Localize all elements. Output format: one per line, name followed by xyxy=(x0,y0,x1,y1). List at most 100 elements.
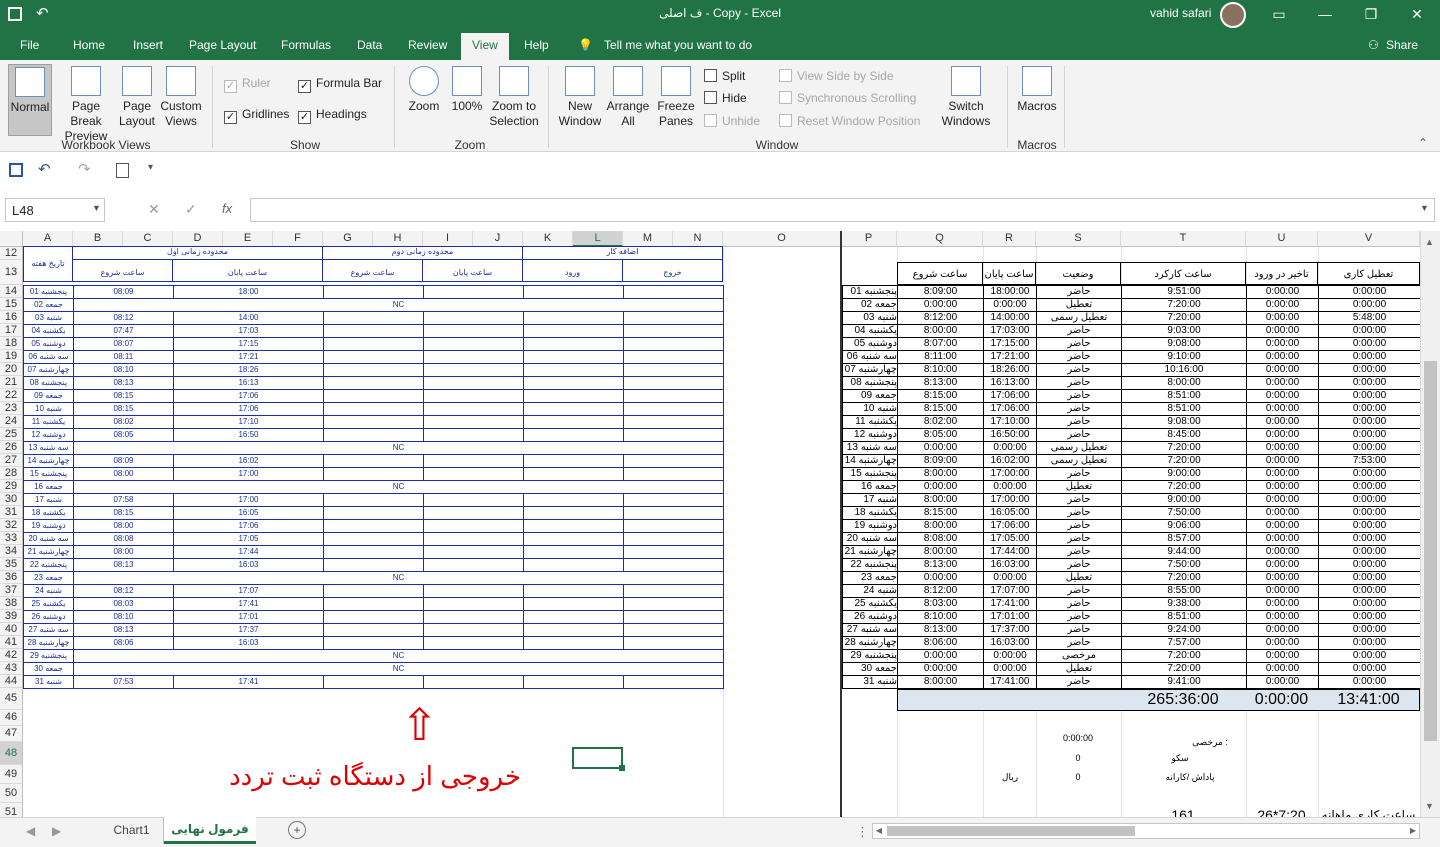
view-side-by-side-button[interactable]: View Side by Side xyxy=(779,69,894,83)
column-header[interactable]: M xyxy=(623,231,673,247)
row-header[interactable]: 36 xyxy=(0,571,23,584)
row-header[interactable]: 25 xyxy=(0,428,23,441)
row-header[interactable]: 15 xyxy=(0,298,23,311)
column-header[interactable]: P xyxy=(841,231,897,247)
minimize-icon[interactable]: — xyxy=(1302,0,1348,30)
close-icon[interactable]: ✕ xyxy=(1394,0,1440,30)
row-header[interactable]: 35 xyxy=(0,558,23,571)
macros-button[interactable]: Macros xyxy=(1014,64,1060,114)
row-header[interactable]: 18 xyxy=(0,337,23,350)
name-box[interactable]: L48 xyxy=(5,198,105,222)
row-header[interactable]: 19 xyxy=(0,350,23,363)
reset-window-position-button[interactable]: Reset Window Position xyxy=(779,114,920,128)
page-break-preview-button[interactable]: Page Break Preview xyxy=(56,64,116,144)
column-header[interactable]: T xyxy=(1121,231,1246,247)
zoom-100-button[interactable]: 100% xyxy=(448,64,486,114)
tab-data[interactable]: Data xyxy=(357,38,382,52)
tab-insert[interactable]: Insert xyxy=(133,38,163,52)
row-header[interactable]: 47 xyxy=(0,726,23,742)
custom-views-button[interactable]: Custom Views xyxy=(158,64,204,129)
share-icon[interactable]: ⚇ xyxy=(1368,38,1379,52)
row-header[interactable]: 30 xyxy=(0,493,23,506)
column-header[interactable]: L xyxy=(573,231,623,247)
hide-button[interactable]: Hide xyxy=(704,91,747,105)
scroll-up-icon[interactable]: ▲ xyxy=(1425,237,1434,247)
column-header[interactable]: U xyxy=(1246,231,1318,247)
qat-save-icon[interactable] xyxy=(9,163,23,177)
zoom-to-selection-button[interactable]: Zoom to Selection xyxy=(487,64,541,129)
row-header[interactable]: 49 xyxy=(0,765,23,784)
ruler-checkbox[interactable]: ✓ Ruler xyxy=(224,76,271,93)
synchronous-scrolling-button[interactable]: Synchronous Scrolling xyxy=(779,91,916,105)
scroll-left-icon[interactable]: ◀ xyxy=(873,824,885,838)
tab-review[interactable]: Review xyxy=(408,38,447,52)
collapse-ribbon-icon[interactable]: ⌃ xyxy=(1418,136,1428,150)
share-button[interactable]: Share xyxy=(1386,38,1418,52)
row-header[interactable]: 21 xyxy=(0,376,23,389)
row-header[interactable]: 40 xyxy=(0,623,23,636)
row-header[interactable]: 45 xyxy=(0,688,23,710)
scroll-right-icon[interactable]: ▶ xyxy=(1407,824,1419,838)
enter-icon[interactable]: ✓ xyxy=(185,201,197,218)
tab-formulas[interactable]: Formulas xyxy=(281,38,331,52)
column-header[interactable]: G xyxy=(323,231,373,247)
row-header[interactable]: 23 xyxy=(0,402,23,415)
column-header[interactable]: D xyxy=(173,231,223,247)
new-window-button[interactable]: New Window xyxy=(556,64,604,129)
formula-bar-checkbox[interactable]: ✓ Formula Bar xyxy=(298,76,382,93)
row-header[interactable]: 32 xyxy=(0,519,23,532)
column-header[interactable]: F xyxy=(273,231,323,247)
row-header[interactable]: 20 xyxy=(0,363,23,376)
unhide-button[interactable]: Unhide xyxy=(704,114,760,128)
row-header[interactable]: 27 xyxy=(0,454,23,467)
row-header[interactable]: 13 xyxy=(0,260,23,285)
column-header[interactable]: Q xyxy=(897,231,983,247)
sheet-tab-chart1[interactable]: Chart1 xyxy=(100,818,164,844)
horizontal-scrollbar[interactable]: ◀ ▶ xyxy=(872,823,1420,839)
row-header[interactable]: 22 xyxy=(0,389,23,402)
normal-view-button[interactable]: Normal xyxy=(8,64,52,136)
insert-function-icon[interactable]: fx xyxy=(222,201,232,216)
column-header[interactable]: B xyxy=(73,231,123,247)
page-layout-view-button[interactable]: Page Layout xyxy=(116,64,158,129)
column-header[interactable]: R xyxy=(983,231,1036,247)
sheet-tab-final-formula[interactable]: فرمول نهایی xyxy=(164,817,256,844)
tab-split-handle-icon[interactable]: ⋮ xyxy=(856,824,869,840)
vertical-scroll-thumb[interactable] xyxy=(1424,361,1437,741)
freeze-panes-button[interactable]: Freeze Panes xyxy=(653,64,699,129)
row-header[interactable]: 42 xyxy=(0,649,23,662)
row-header[interactable]: 33 xyxy=(0,532,23,545)
cancel-icon[interactable]: ✕ xyxy=(148,201,160,218)
tab-page-layout[interactable]: Page Layout xyxy=(189,38,256,52)
row-header[interactable]: 51 xyxy=(0,803,23,817)
row-header[interactable]: 41 xyxy=(0,636,23,649)
add-sheet-icon[interactable]: + xyxy=(288,821,306,839)
user-avatar[interactable] xyxy=(1220,2,1246,28)
row-header[interactable]: 50 xyxy=(0,784,23,803)
gridlines-checkbox[interactable]: ✓ Gridlines xyxy=(224,107,289,124)
qat-undo-icon[interactable]: ↶ xyxy=(38,160,51,178)
row-header[interactable]: 37 xyxy=(0,584,23,597)
qat-customize-icon[interactable]: ▾ xyxy=(148,162,153,173)
column-header[interactable]: C xyxy=(123,231,173,247)
tab-help[interactable]: Help xyxy=(524,38,549,52)
row-header[interactable]: 38 xyxy=(0,597,23,610)
headings-checkbox[interactable]: ✓ Headings xyxy=(298,107,367,124)
row-header[interactable]: 16 xyxy=(0,311,23,324)
column-header[interactable]: N xyxy=(673,231,723,247)
column-header[interactable]: K xyxy=(523,231,573,247)
row-header[interactable]: 17 xyxy=(0,324,23,337)
qat-redo-icon[interactable]: ↷ xyxy=(78,160,91,178)
tab-view[interactable]: View xyxy=(461,33,509,60)
switch-windows-button[interactable]: Switch Windows xyxy=(930,64,1002,129)
user-name[interactable]: vahid safari xyxy=(1150,6,1211,20)
row-header[interactable]: 14 xyxy=(0,285,23,298)
row-header[interactable]: 46 xyxy=(0,710,23,726)
row-header[interactable]: 28 xyxy=(0,467,23,480)
split-button[interactable]: Split xyxy=(704,69,745,83)
row-header[interactable]: 44 xyxy=(0,675,23,688)
active-cell-l48[interactable] xyxy=(572,747,623,769)
tell-me-search[interactable]: Tell me what you want to do xyxy=(604,38,752,52)
column-header[interactable]: V xyxy=(1318,231,1420,247)
row-header[interactable]: 29 xyxy=(0,480,23,493)
